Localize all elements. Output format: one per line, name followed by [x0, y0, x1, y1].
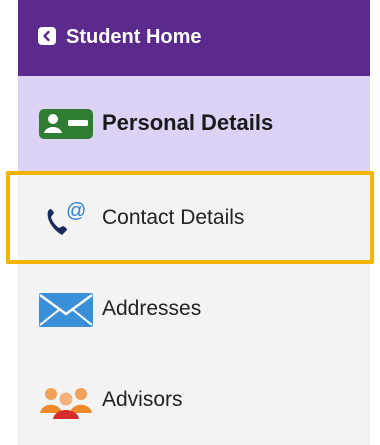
id-card-icon — [38, 108, 94, 140]
sidebar-item-label: Addresses — [102, 297, 202, 320]
chevron-left-icon[interactable] — [38, 27, 56, 45]
sidebar-item-label: Personal Details — [102, 110, 274, 135]
sidebar-item-advisors[interactable]: Advisors — [18, 355, 370, 445]
sidebar-item-addresses[interactable]: Addresses — [18, 266, 370, 356]
app-frame: Student Home Personal Details @ Contact … — [0, 0, 380, 445]
phone-at-icon: @ — [38, 197, 88, 241]
sidebar-item-label: Contact Details — [102, 206, 245, 229]
sidebar-item-label: Advisors — [102, 388, 183, 411]
sidebar-item-contact-details[interactable]: @ Contact Details — [18, 171, 370, 267]
student-home-title[interactable]: Student Home — [66, 25, 202, 49]
people-icon — [38, 385, 94, 419]
envelope-icon — [38, 292, 94, 328]
sidebar-item-personal-details[interactable]: Personal Details — [18, 76, 370, 172]
svg-text:@: @ — [66, 200, 86, 222]
student-home-header[interactable]: Student Home — [18, 0, 370, 76]
student-sidebar: Student Home Personal Details @ Contact … — [18, 0, 370, 445]
